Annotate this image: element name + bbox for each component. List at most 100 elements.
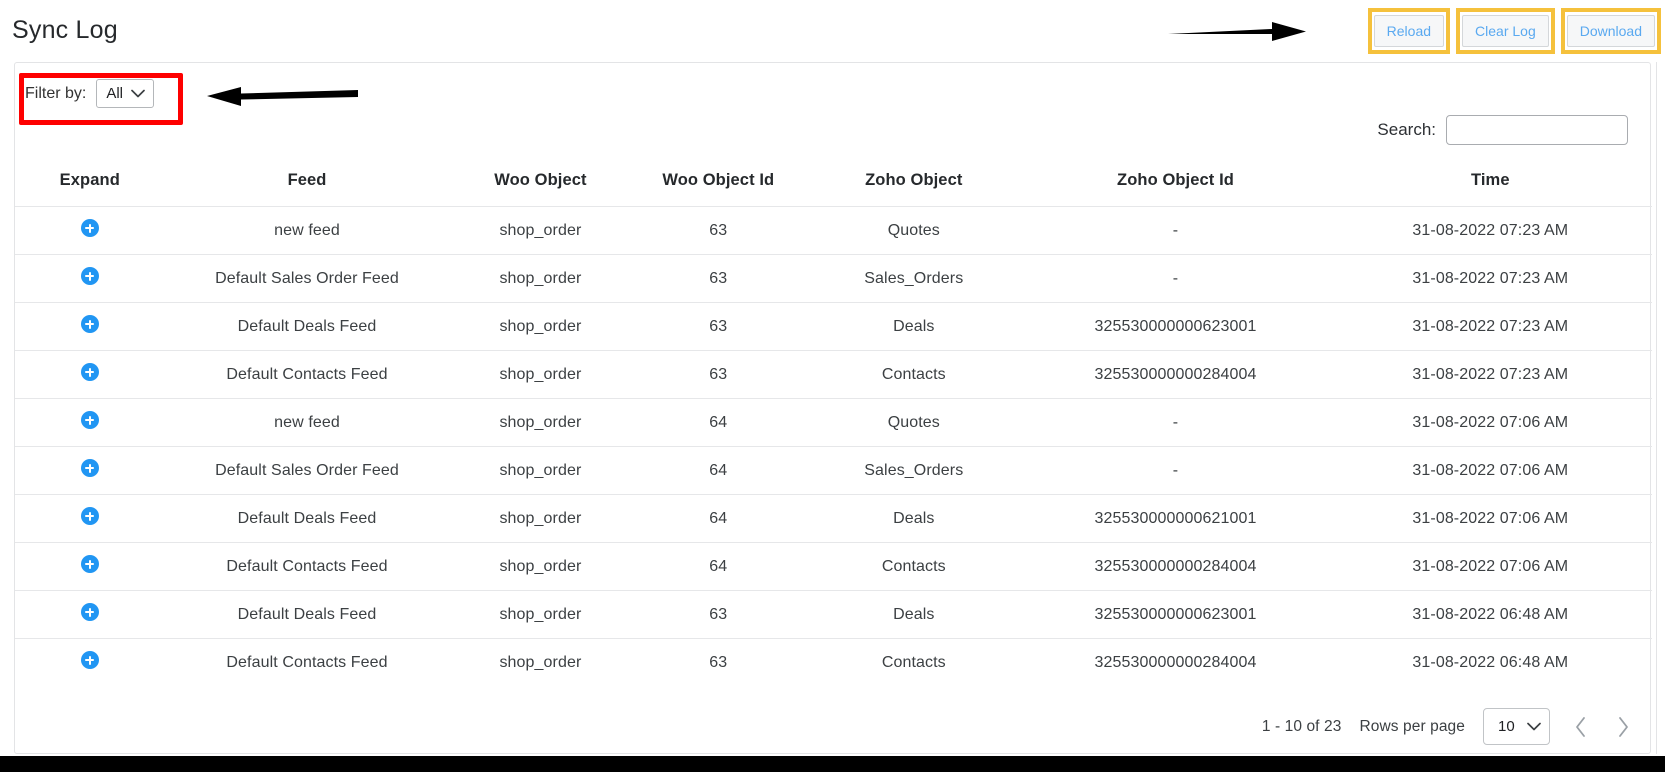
woo-object-id-cell: 63 (631, 350, 806, 399)
table-header-row: Expand Feed Woo Object Woo Object Id Zoh… (15, 157, 1652, 207)
table-row: Default Sales Order Feed shop_order 63 Sale… (15, 254, 1652, 303)
table-row: Default Contacts Feed shop_order 63 Contact… (15, 638, 1652, 686)
clear-log-button-highlight: Clear Log (1456, 8, 1555, 54)
expand-cell (15, 446, 165, 495)
column-header-zoho-object[interactable]: Zoho Object (805, 157, 1022, 207)
zoho-object-cell: Deals (805, 494, 1023, 543)
zoho-object-id-cell: 325530000000284004 (1022, 350, 1329, 399)
sync-log-page: Sync Log Reload Clear Log Download Filte… (0, 0, 1665, 772)
woo-object-cell: shop_order (449, 446, 632, 495)
rows-per-page-select-wrap: 10 (1483, 708, 1550, 745)
feed-cell: new feed (164, 206, 450, 255)
expand-cell (15, 590, 165, 639)
bottom-black-bar (0, 756, 1665, 772)
annotation-arrow-to-buttons (1168, 22, 1306, 41)
table-row: Default Contacts Feed shop_order 63 Contact… (15, 350, 1652, 399)
time-cell: 31-08-2022 06:48 AM (1328, 590, 1652, 639)
plus-circle-icon[interactable] (80, 219, 99, 237)
column-header-expand[interactable]: Expand (15, 157, 165, 207)
pagination: 1 - 10 of 23 Rows per page 10 (1262, 708, 1636, 745)
zoho-object-id-cell: - (1022, 206, 1329, 255)
zoho-object-id-cell: 325530000000623001 (1022, 590, 1329, 639)
plus-circle-icon[interactable] (80, 315, 99, 333)
expand-cell (15, 542, 165, 591)
woo-object-id-cell: 63 (631, 302, 806, 351)
zoho-object-cell: Contacts (805, 350, 1023, 399)
time-cell: 31-08-2022 07:06 AM (1328, 446, 1652, 495)
feed-cell: Default Contacts Feed (164, 638, 450, 686)
reload-button[interactable]: Reload (1373, 15, 1445, 47)
woo-object-cell: shop_order (449, 542, 632, 591)
filter-label: Filter by: (25, 84, 87, 102)
time-cell: 31-08-2022 07:23 AM (1328, 254, 1652, 303)
zoho-object-id-cell: - (1022, 254, 1329, 303)
table-row: Default Contacts Feed shop_order 64 Contact… (15, 542, 1652, 591)
header-actions: Reload Clear Log Download (1367, 8, 1662, 54)
woo-object-cell: shop_order (449, 302, 632, 351)
table-row: new feed shop_order 63 Quotes -31-08-2022 07… (15, 206, 1652, 255)
search-row: Search: (1377, 115, 1628, 145)
plus-circle-icon[interactable] (80, 651, 99, 669)
zoho-object-cell: Sales_Orders (805, 254, 1023, 303)
woo-object-id-cell: 63 (631, 638, 806, 686)
expand-cell (15, 398, 165, 447)
rows-per-page-label: Rows per page (1359, 717, 1465, 735)
log-table: Expand Feed Woo Object Woo Object Id Zoh… (15, 157, 1652, 686)
filter-select-wrap: All (96, 79, 155, 108)
table-row: Default Sales Order Feed shop_order 64 Sale… (15, 446, 1652, 495)
table-row: Default Deals Feed shop_order 64 Deals 32553… (15, 494, 1652, 543)
woo-object-id-cell: 64 (631, 446, 806, 495)
woo-object-cell: shop_order (449, 590, 632, 639)
filter-select[interactable]: All (96, 79, 155, 108)
pagination-range: 1 - 10 of 23 (1261, 717, 1342, 735)
time-cell: 31-08-2022 06:48 AM (1328, 638, 1652, 686)
feed-cell: Default Contacts Feed (164, 542, 450, 591)
zoho-object-cell: Sales_Orders (805, 446, 1023, 495)
filter-row: Filter by: All (25, 79, 155, 108)
zoho-object-cell: Contacts (805, 542, 1023, 591)
zoho-object-cell: Contacts (805, 638, 1023, 686)
time-cell: 31-08-2022 07:23 AM (1328, 302, 1652, 351)
log-table-wrap: Expand Feed Woo Object Woo Object Id Zoh… (15, 157, 1652, 686)
next-page-button[interactable] (1611, 712, 1636, 742)
plus-circle-icon[interactable] (80, 507, 99, 525)
expand-cell (15, 254, 165, 303)
plus-circle-icon[interactable] (80, 267, 99, 285)
plus-circle-icon[interactable] (80, 363, 99, 381)
expand-cell (15, 494, 165, 543)
rows-per-page-select[interactable]: 10 (1483, 708, 1550, 745)
zoho-object-cell: Quotes (805, 398, 1023, 447)
zoho-object-id-cell: 325530000000621001 (1022, 494, 1329, 543)
woo-object-id-cell: 64 (631, 542, 806, 591)
plus-circle-icon[interactable] (80, 555, 99, 573)
card-right-divider (1656, 62, 1657, 754)
column-header-feed[interactable]: Feed (165, 157, 450, 207)
zoho-object-id-cell: 325530000000284004 (1022, 542, 1329, 591)
chevron-left-icon (1576, 716, 1585, 737)
plus-circle-icon[interactable] (80, 603, 99, 621)
column-header-zoho-object-id[interactable]: Zoho Object Id (1022, 157, 1328, 207)
table-row: Default Deals Feed shop_order 63 Deals 32553… (15, 302, 1652, 351)
woo-object-cell: shop_order (449, 350, 632, 399)
clear-log-button[interactable]: Clear Log (1462, 15, 1549, 47)
plus-circle-icon[interactable] (80, 459, 99, 477)
download-button[interactable]: Download (1566, 15, 1655, 47)
expand-cell (15, 302, 165, 351)
plus-circle-icon[interactable] (80, 411, 99, 429)
search-input[interactable] (1446, 115, 1628, 145)
column-header-time[interactable]: Time (1329, 157, 1652, 207)
woo-object-id-cell: 63 (631, 254, 806, 303)
feed-cell: Default Sales Order Feed (164, 254, 450, 303)
column-header-woo-object[interactable]: Woo Object (450, 157, 632, 207)
download-button-highlight: Download (1560, 8, 1662, 54)
zoho-object-cell: Deals (805, 590, 1023, 639)
feed-cell: Default Deals Feed (164, 590, 450, 639)
woo-object-id-cell: 63 (631, 206, 806, 255)
previous-page-button[interactable] (1568, 712, 1593, 742)
feed-cell: Default Deals Feed (164, 302, 450, 351)
time-cell: 31-08-2022 07:06 AM (1328, 494, 1652, 543)
column-header-woo-object-id[interactable]: Woo Object Id (631, 157, 805, 207)
expand-cell (15, 350, 165, 399)
zoho-object-id-cell: 325530000000623001 (1022, 302, 1329, 351)
feed-cell: Default Sales Order Feed (164, 446, 450, 495)
